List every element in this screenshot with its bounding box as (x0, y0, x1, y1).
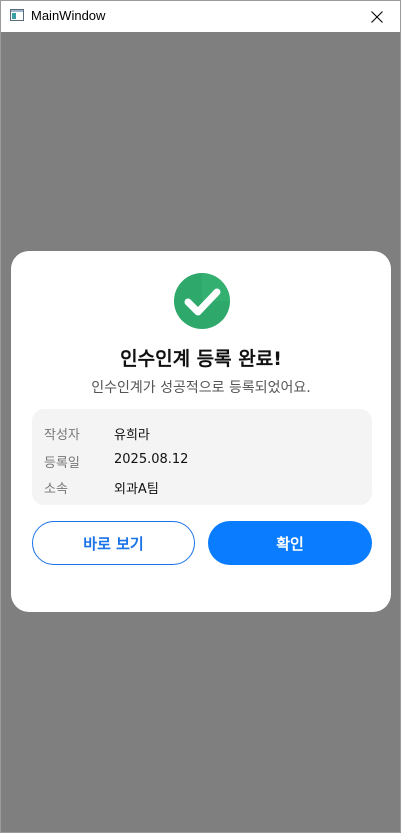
team-label: 소속 (44, 482, 68, 497)
team-value: 외과A팀 (114, 482, 159, 497)
author-label: 작성자 (44, 428, 80, 443)
date-label: 등록일 (44, 456, 80, 471)
author-value: 유희라 (114, 428, 150, 443)
window-title: MainWindow (31, 8, 106, 23)
info-row-team: 소속 외과A팀 (32, 478, 372, 498)
title-bar: MainWindow (1, 1, 400, 32)
date-value: 2025.08.12 (114, 452, 189, 467)
confirm-button[interactable]: 확인 (208, 521, 372, 565)
info-row-author: 작성자 유희라 (32, 424, 372, 444)
close-button[interactable] (354, 1, 400, 32)
check-circle-icon (174, 273, 230, 329)
main-window: MainWindow 인수인계 등록 완료! 인수인계가 성공적으로 등록되었어… (0, 0, 401, 833)
app-window-icon (10, 9, 24, 21)
modal-backdrop[interactable]: 인수인계 등록 완료! 인수인계가 성공적으로 등록되었어요. 작성자 유희라 … (1, 32, 400, 832)
close-icon (371, 10, 383, 23)
dialog-subtitle: 인수인계가 성공적으로 등록되었어요. (91, 380, 311, 396)
info-box: 작성자 유희라 등록일 2025.08.12 소속 외과A팀 (32, 409, 372, 505)
view-now-button[interactable]: 바로 보기 (32, 521, 195, 565)
info-row-date: 등록일 2025.08.12 (32, 452, 372, 472)
dialog-title: 인수인계 등록 완료! (120, 348, 282, 370)
success-dialog: 인수인계 등록 완료! 인수인계가 성공적으로 등록되었어요. 작성자 유희라 … (11, 251, 391, 612)
